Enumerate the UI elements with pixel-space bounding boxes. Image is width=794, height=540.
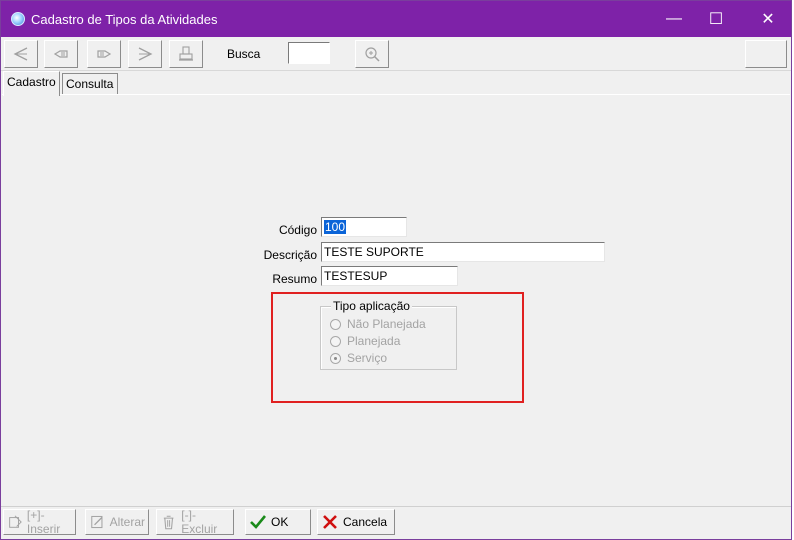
maximize-button[interactable]: ☐ [693,1,739,37]
cancel-x-icon [323,515,337,529]
ok-label: OK [271,515,289,529]
trash-icon [163,515,174,530]
resumo-field[interactable]: TESTESUP [321,266,458,286]
codigo-field[interactable]: 100 [321,217,407,237]
codigo-label: Código [278,223,317,237]
action-bar: [+]-Inserir Alterar [-]-Excluir OK Cance… [1,506,791,536]
descricao-label: Descrição [263,248,317,262]
hand-right-icon [97,50,112,58]
inserir-button[interactable]: [+]-Inserir [3,508,76,536]
tab-cadastro[interactable]: Cadastro [3,71,60,96]
excluir-button[interactable]: [-]-Excluir [156,508,234,536]
print-button[interactable] [169,40,203,68]
tab-strip: Cadastro Consulta [1,71,791,96]
cancela-label: Cancela [343,515,388,529]
last-record-button[interactable] [128,40,162,68]
edit-icon [91,515,103,529]
close-button[interactable]: ✕ [745,1,791,37]
excluir-label: [-]-Excluir [181,508,218,536]
search-button[interactable] [355,40,389,68]
alterar-button[interactable]: Alterar [85,509,149,535]
codigo-value: 100 [324,220,347,234]
cancela-button[interactable]: Cancela [317,509,395,535]
tab-consulta[interactable]: Consulta [62,73,118,95]
alterar-label: Alterar [109,515,145,529]
first-arrow-icon [13,47,28,61]
title-bar[interactable]: Cadastro de Tipos da Atividades — ☐ ✕ [1,1,791,37]
previous-record-button[interactable] [44,40,78,68]
minimize-button[interactable]: — [651,1,697,37]
app-icon [11,12,25,26]
toolbar: Busca [1,37,791,71]
magnifier-icon [365,47,380,62]
window-title: Cadastro de Tipos da Atividades [31,12,218,27]
resumo-label: Resumo [272,272,317,286]
next-record-button[interactable] [87,40,121,68]
highlight-annotation-box [271,292,524,403]
first-record-button[interactable] [4,40,38,68]
toolbar-extra-button[interactable] [745,40,787,68]
ok-button[interactable]: OK [245,509,311,535]
insert-icon [9,515,22,528]
busca-label: Busca [227,47,261,61]
last-arrow-icon [138,47,153,61]
busca-input[interactable] [288,42,330,64]
main-window: Cadastro de Tipos da Atividades — ☐ ✕ Bu… [0,0,792,540]
inserir-label: [+]-Inserir [26,508,61,536]
hand-left-icon [53,50,68,58]
descricao-field[interactable]: TESTE SUPORTE [321,242,605,262]
printer-icon [179,46,193,61]
check-icon [250,515,267,529]
